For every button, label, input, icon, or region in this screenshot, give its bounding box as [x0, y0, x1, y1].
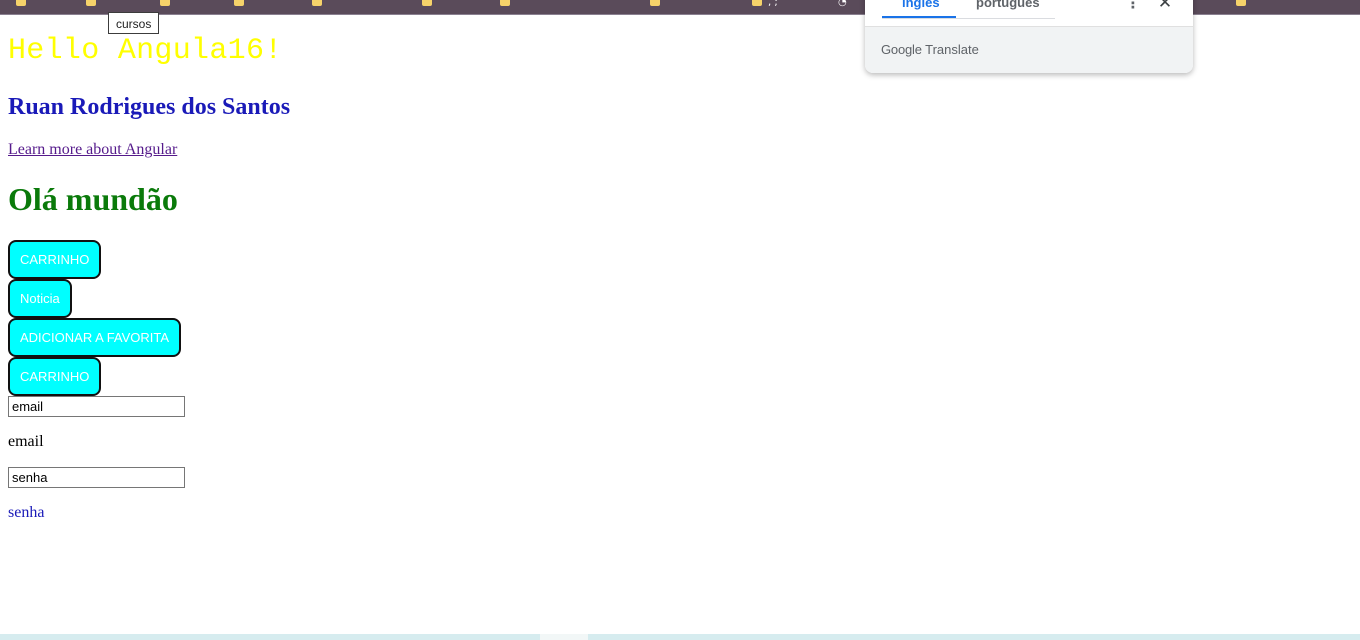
- google-translate-brand: Google Translate: [881, 42, 979, 57]
- password-label: senha: [8, 504, 45, 521]
- translate-popup: inglês português ⋮ ✕ Google Translate: [865, 0, 1193, 73]
- active-tab-indicator: [882, 16, 956, 18]
- folder-icon[interactable]: [650, 0, 660, 6]
- horizontal-scrollbar[interactable]: [0, 634, 1360, 640]
- folder-icon[interactable]: [16, 0, 26, 6]
- learn-more-link[interactable]: Learn more about Angular: [8, 141, 177, 159]
- bookmark-glyph-icon: , ;: [768, 0, 778, 8]
- bookmark-site-icon[interactable]: ◔: [838, 0, 847, 8]
- translate-footer: Google Translate: [865, 26, 1193, 73]
- folder-icon[interactable]: [312, 0, 322, 6]
- scrollbar-thumb[interactable]: [540, 634, 588, 640]
- bookmark-tooltip: cursos: [108, 12, 160, 34]
- folder-icon[interactable]: [500, 0, 510, 6]
- folder-icon[interactable]: [86, 0, 96, 6]
- noticia-button[interactable]: Noticia: [8, 279, 72, 318]
- translate-brand-text: Translate: [925, 42, 979, 57]
- tab-target-language[interactable]: português: [976, 0, 1040, 14]
- password-field[interactable]: [8, 467, 185, 488]
- close-icon[interactable]: ✕: [1155, 0, 1175, 14]
- more-vert-icon[interactable]: ⋮: [1125, 0, 1141, 14]
- translate-language-tabs: inglês português: [882, 0, 1055, 19]
- add-favorite-button[interactable]: ADICIONAR A FAVORITA: [8, 318, 182, 357]
- folder-icon[interactable]: [234, 0, 244, 6]
- folder-icon[interactable]: [160, 0, 170, 6]
- greeting-heading: Olá mundão: [8, 181, 178, 217]
- folder-icon[interactable]: [1236, 0, 1246, 6]
- carrinho-button[interactable]: CARRINHO: [8, 240, 102, 279]
- tab-source-language[interactable]: inglês: [902, 0, 940, 14]
- google-logo-text: Google: [881, 42, 922, 57]
- hello-title: Hello Angula16!: [8, 34, 283, 68]
- folder-icon[interactable]: [752, 0, 762, 6]
- author-name: Ruan Rodrigues dos Santos: [8, 94, 291, 120]
- carrinho-button-2[interactable]: CARRINHO: [8, 357, 102, 396]
- email-label: email: [8, 433, 44, 450]
- folder-icon[interactable]: [422, 0, 432, 6]
- email-field[interactable]: [8, 396, 185, 417]
